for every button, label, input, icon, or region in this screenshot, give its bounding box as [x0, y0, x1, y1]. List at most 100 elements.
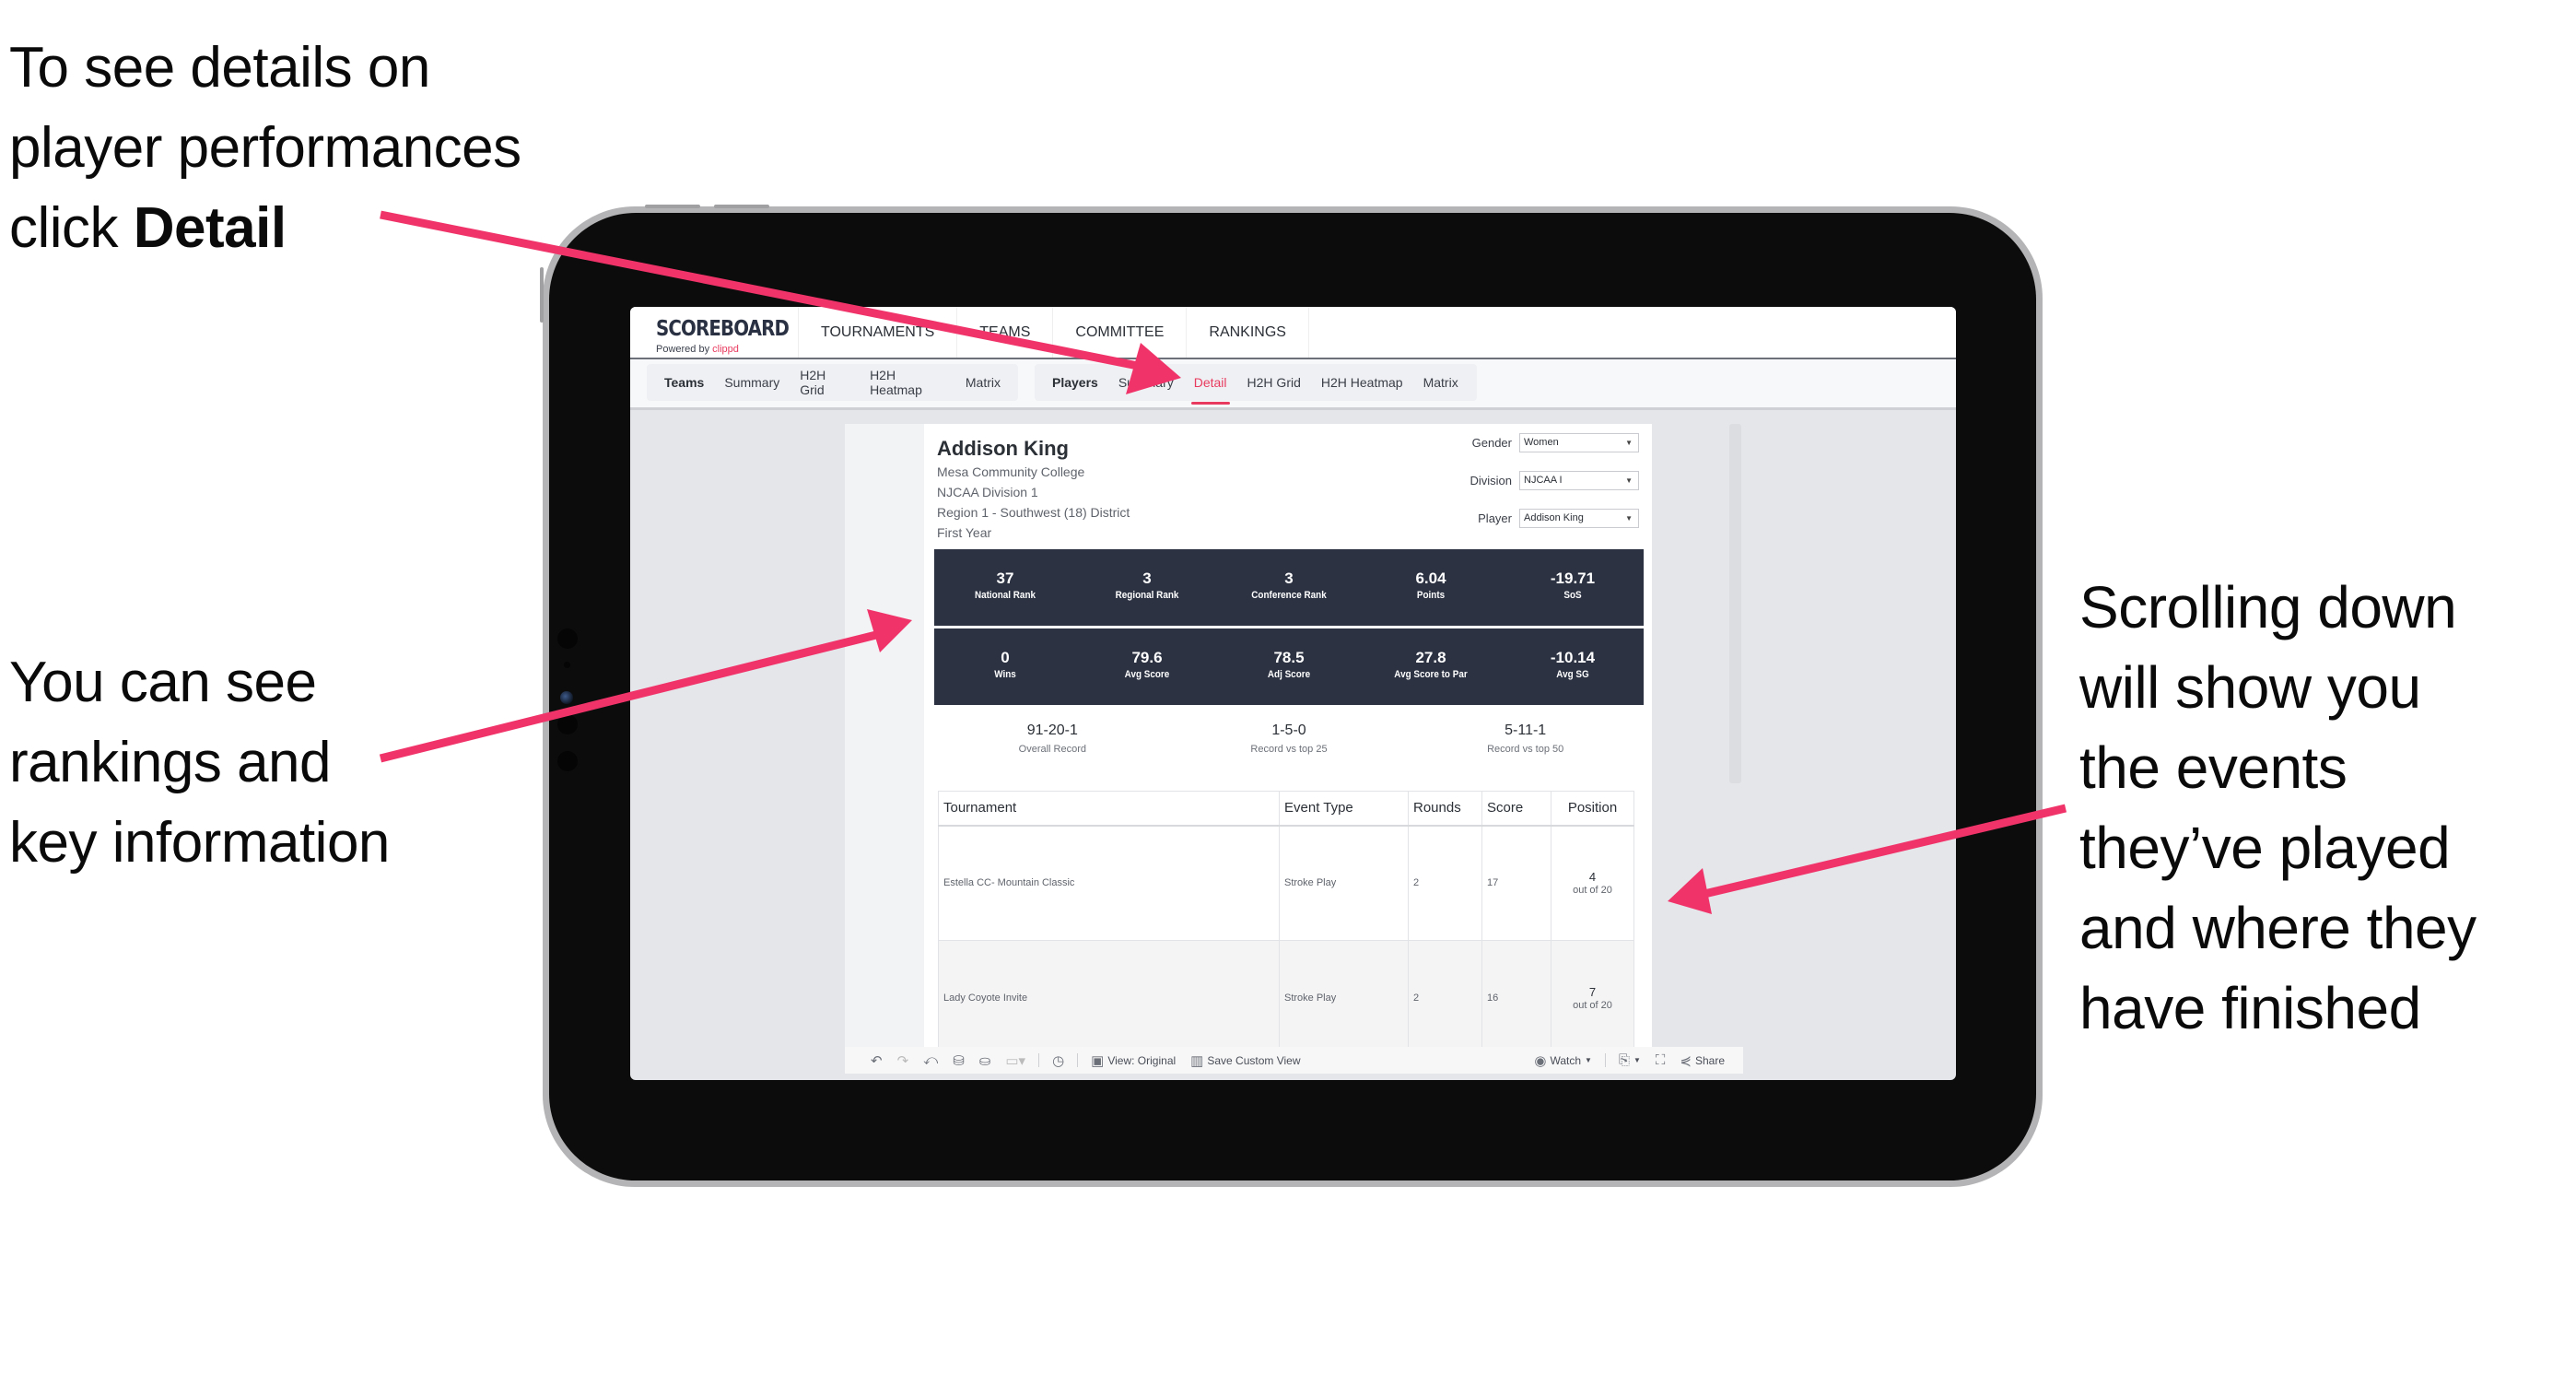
- col-position[interactable]: Position: [1551, 791, 1634, 827]
- stat-label: Regional Rank: [1115, 590, 1179, 601]
- stat-national-rank: 37 National Rank: [934, 549, 1076, 626]
- download-button[interactable]: ⎘ ▼: [1611, 1047, 1648, 1074]
- stat-value: -10.14: [1550, 649, 1596, 666]
- nav-teams[interactable]: TEAMS: [957, 307, 1054, 358]
- col-event-type[interactable]: Event Type: [1279, 791, 1409, 827]
- present-button[interactable]: ▭▾: [998, 1047, 1033, 1074]
- revert-icon: ⤺: [923, 1052, 939, 1068]
- gender-filter: Gender Women ▼: [1457, 433, 1639, 452]
- annotation-detail-instruction: To see details on player performances cl…: [9, 28, 654, 268]
- player-value: Addison King: [1524, 512, 1584, 523]
- nav-tournaments[interactable]: TOURNAMENTS: [799, 307, 958, 358]
- vertical-scrollbar[interactable]: [1729, 424, 1741, 783]
- annotation-line: key information: [9, 811, 390, 875]
- division-value: NJCAA I: [1524, 475, 1563, 486]
- record-label: Overall Record: [1018, 744, 1087, 755]
- logo-subtitle: Powered by clippd: [656, 344, 739, 355]
- tab-teams[interactable]: Teams: [654, 364, 714, 401]
- undo-button[interactable]: ↶: [845, 1047, 890, 1074]
- player-division: NJCAA Division 1: [937, 485, 1038, 499]
- stat-label: Points: [1416, 590, 1446, 601]
- fullscreen-button[interactable]: ⛶: [1648, 1047, 1673, 1074]
- download-icon: ⎘: [1618, 1052, 1630, 1068]
- stat-value: 6.04: [1415, 570, 1446, 587]
- stat-value: 27.8: [1415, 649, 1446, 666]
- pause-updates-button[interactable]: ⛀: [972, 1047, 999, 1074]
- table-row[interactable]: Estella CC- Mountain Classic Stroke Play…: [938, 825, 1634, 941]
- tab-teams-matrix[interactable]: Matrix: [955, 364, 1011, 401]
- record-value: 1-5-0: [1271, 722, 1306, 738]
- stat-value: 37: [996, 570, 1014, 587]
- col-tournament[interactable]: Tournament: [938, 791, 1280, 827]
- player-region: Region 1 - Southwest (18) District: [937, 505, 1130, 520]
- record-vs-top-25: 1-5-0 Record vs top 25: [1171, 721, 1408, 758]
- watch-label: Watch: [1550, 1053, 1582, 1067]
- record-label: Record vs top 50: [1487, 744, 1564, 755]
- player-year: First Year: [937, 525, 992, 540]
- share-label: Share: [1694, 1053, 1725, 1067]
- scoreboard-logo[interactable]: SCOREBOARD Powered by clippd: [630, 307, 799, 358]
- revert-button[interactable]: ⤺: [916, 1047, 945, 1074]
- table-header-row: Tournament Event Type Rounds Score Posit…: [938, 791, 1634, 827]
- tab-players[interactable]: Players: [1042, 364, 1108, 401]
- record-label: Record vs top 25: [1250, 744, 1328, 755]
- division-select[interactable]: NJCAA I ▼: [1519, 471, 1639, 490]
- tab-teams-h2h-heatmap[interactable]: H2H Heatmap: [860, 364, 955, 401]
- chevron-down-icon: ▼: [1625, 514, 1633, 523]
- annotation-rankings-info: You can see rankings and key information: [9, 642, 562, 883]
- stat-wins: 0 Wins: [934, 628, 1076, 705]
- view-icon: ▣: [1091, 1052, 1105, 1069]
- tablet-top-button: [714, 205, 769, 208]
- redo-button[interactable]: ↷: [890, 1047, 917, 1074]
- save-custom-view-button[interactable]: ▥ Save Custom View: [1183, 1047, 1307, 1074]
- tablet-camera-icon: [560, 691, 573, 704]
- player-label: Player: [1478, 511, 1512, 525]
- tablet-sensor: [557, 751, 578, 771]
- nav-rankings[interactable]: RANKINGS: [1187, 307, 1309, 358]
- tab-players-matrix[interactable]: Matrix: [1413, 364, 1469, 401]
- cell-score: 16: [1481, 940, 1551, 1047]
- tab-teams-h2h-grid[interactable]: H2H Grid: [790, 364, 860, 401]
- cell-event-type: Stroke Play: [1279, 825, 1409, 941]
- clippd-brand: clippd: [712, 344, 739, 355]
- watch-button[interactable]: ◉ Watch ▼: [1527, 1047, 1599, 1074]
- metrics-button[interactable]: ◷: [1045, 1047, 1071, 1074]
- chevron-down-icon: ▼: [1625, 439, 1633, 447]
- refresh-data-button[interactable]: ⛁: [945, 1047, 972, 1074]
- player-select[interactable]: Addison King ▼: [1519, 509, 1639, 528]
- app-header: SCOREBOARD Powered by clippd TOURNAMENTS…: [630, 307, 1956, 359]
- cell-tournament: Estella CC- Mountain Classic: [938, 825, 1280, 941]
- stat-label: Avg Score to Par: [1394, 669, 1468, 680]
- tab-players-summary[interactable]: Summary: [1108, 364, 1184, 401]
- annotation-line: Scrolling down: [2079, 574, 2457, 640]
- table-row[interactable]: Lady Coyote Invite Stroke Play 2 16 7 out…: [938, 940, 1634, 1047]
- chevron-down-icon: ▼: [1633, 1056, 1641, 1064]
- division-label: Division: [1469, 474, 1512, 487]
- position-rank: 4: [1588, 870, 1597, 885]
- tab-players-h2h-heatmap[interactable]: H2H Heatmap: [1311, 364, 1413, 401]
- stat-value: 79.6: [1131, 649, 1163, 666]
- fullscreen-icon: ⛶: [1655, 1052, 1666, 1068]
- record-vs-top-50: 5-11-1 Record vs top 50: [1407, 721, 1644, 758]
- nav-committee[interactable]: COMMITTEE: [1053, 307, 1188, 358]
- tab-players-detail[interactable]: Detail: [1184, 364, 1237, 405]
- tab-players-h2h-grid[interactable]: H2H Grid: [1237, 364, 1311, 401]
- annotation-line: To see details on: [9, 36, 430, 100]
- player-detail-card: Addison King Mesa Community College NJCA…: [924, 424, 1652, 1047]
- record-value: 5-11-1: [1505, 722, 1547, 738]
- player-filter: Player Addison King ▼: [1457, 509, 1639, 528]
- stat-points: 6.04 Points: [1360, 549, 1502, 626]
- stat-label: SoS: [1563, 590, 1582, 601]
- gender-select[interactable]: Women ▼: [1519, 433, 1639, 452]
- player-school: Mesa Community College: [937, 464, 1085, 479]
- scoring-stat-band: 0 Wins 79.6 Avg Score 78.5 Adj Score 27.8 Av…: [934, 628, 1644, 705]
- view-original-button[interactable]: ▣ View: Original: [1083, 1047, 1183, 1074]
- col-rounds[interactable]: Rounds: [1408, 791, 1482, 827]
- share-button[interactable]: ⋞ Share: [1672, 1047, 1743, 1074]
- save-view-icon: ▥: [1190, 1052, 1204, 1069]
- teams-tab-group: Teams Summary H2H Grid H2H Heatmap Matri…: [647, 364, 1018, 401]
- cell-tournament: Lady Coyote Invite: [938, 940, 1280, 1047]
- col-score[interactable]: Score: [1481, 791, 1551, 827]
- stat-value: 3: [1142, 570, 1152, 587]
- tab-teams-summary[interactable]: Summary: [714, 364, 790, 401]
